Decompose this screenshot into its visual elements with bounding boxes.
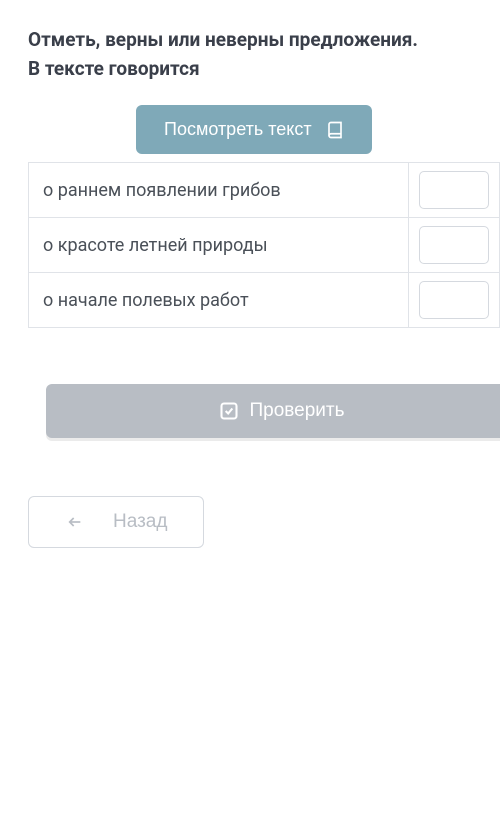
check-button[interactable]: Проверить xyxy=(46,384,500,438)
view-text-button[interactable]: Посмотреть текст xyxy=(136,105,372,154)
answer-select-1[interactable] xyxy=(419,226,489,264)
arrow-left-icon xyxy=(65,514,85,530)
table-row: о раннем появлении грибов xyxy=(29,163,500,218)
check-button-label: Проверить xyxy=(249,400,344,422)
statement-text: о красоте летней природы xyxy=(29,218,409,273)
question-title: Отметь, верны или неверны предложения. xyxy=(28,28,418,51)
view-text-label: Посмотреть текст xyxy=(164,119,312,140)
question-subtitle: В тексте говорится xyxy=(28,57,200,80)
answer-select-0[interactable] xyxy=(419,171,489,209)
table-row: о красоте летней природы xyxy=(29,218,500,273)
statement-text: о начале полевых работ xyxy=(29,273,409,328)
back-button[interactable]: Назад xyxy=(28,496,204,548)
back-button-label: Назад xyxy=(113,511,167,533)
statement-text: о раннем появлении грибов xyxy=(29,163,409,218)
book-icon xyxy=(326,121,344,139)
table-row: о начале полевых работ xyxy=(29,273,500,328)
check-icon xyxy=(219,401,239,421)
answer-select-2[interactable] xyxy=(419,281,489,319)
statements-table: о раннем появлении грибов о красоте летн… xyxy=(28,162,500,328)
